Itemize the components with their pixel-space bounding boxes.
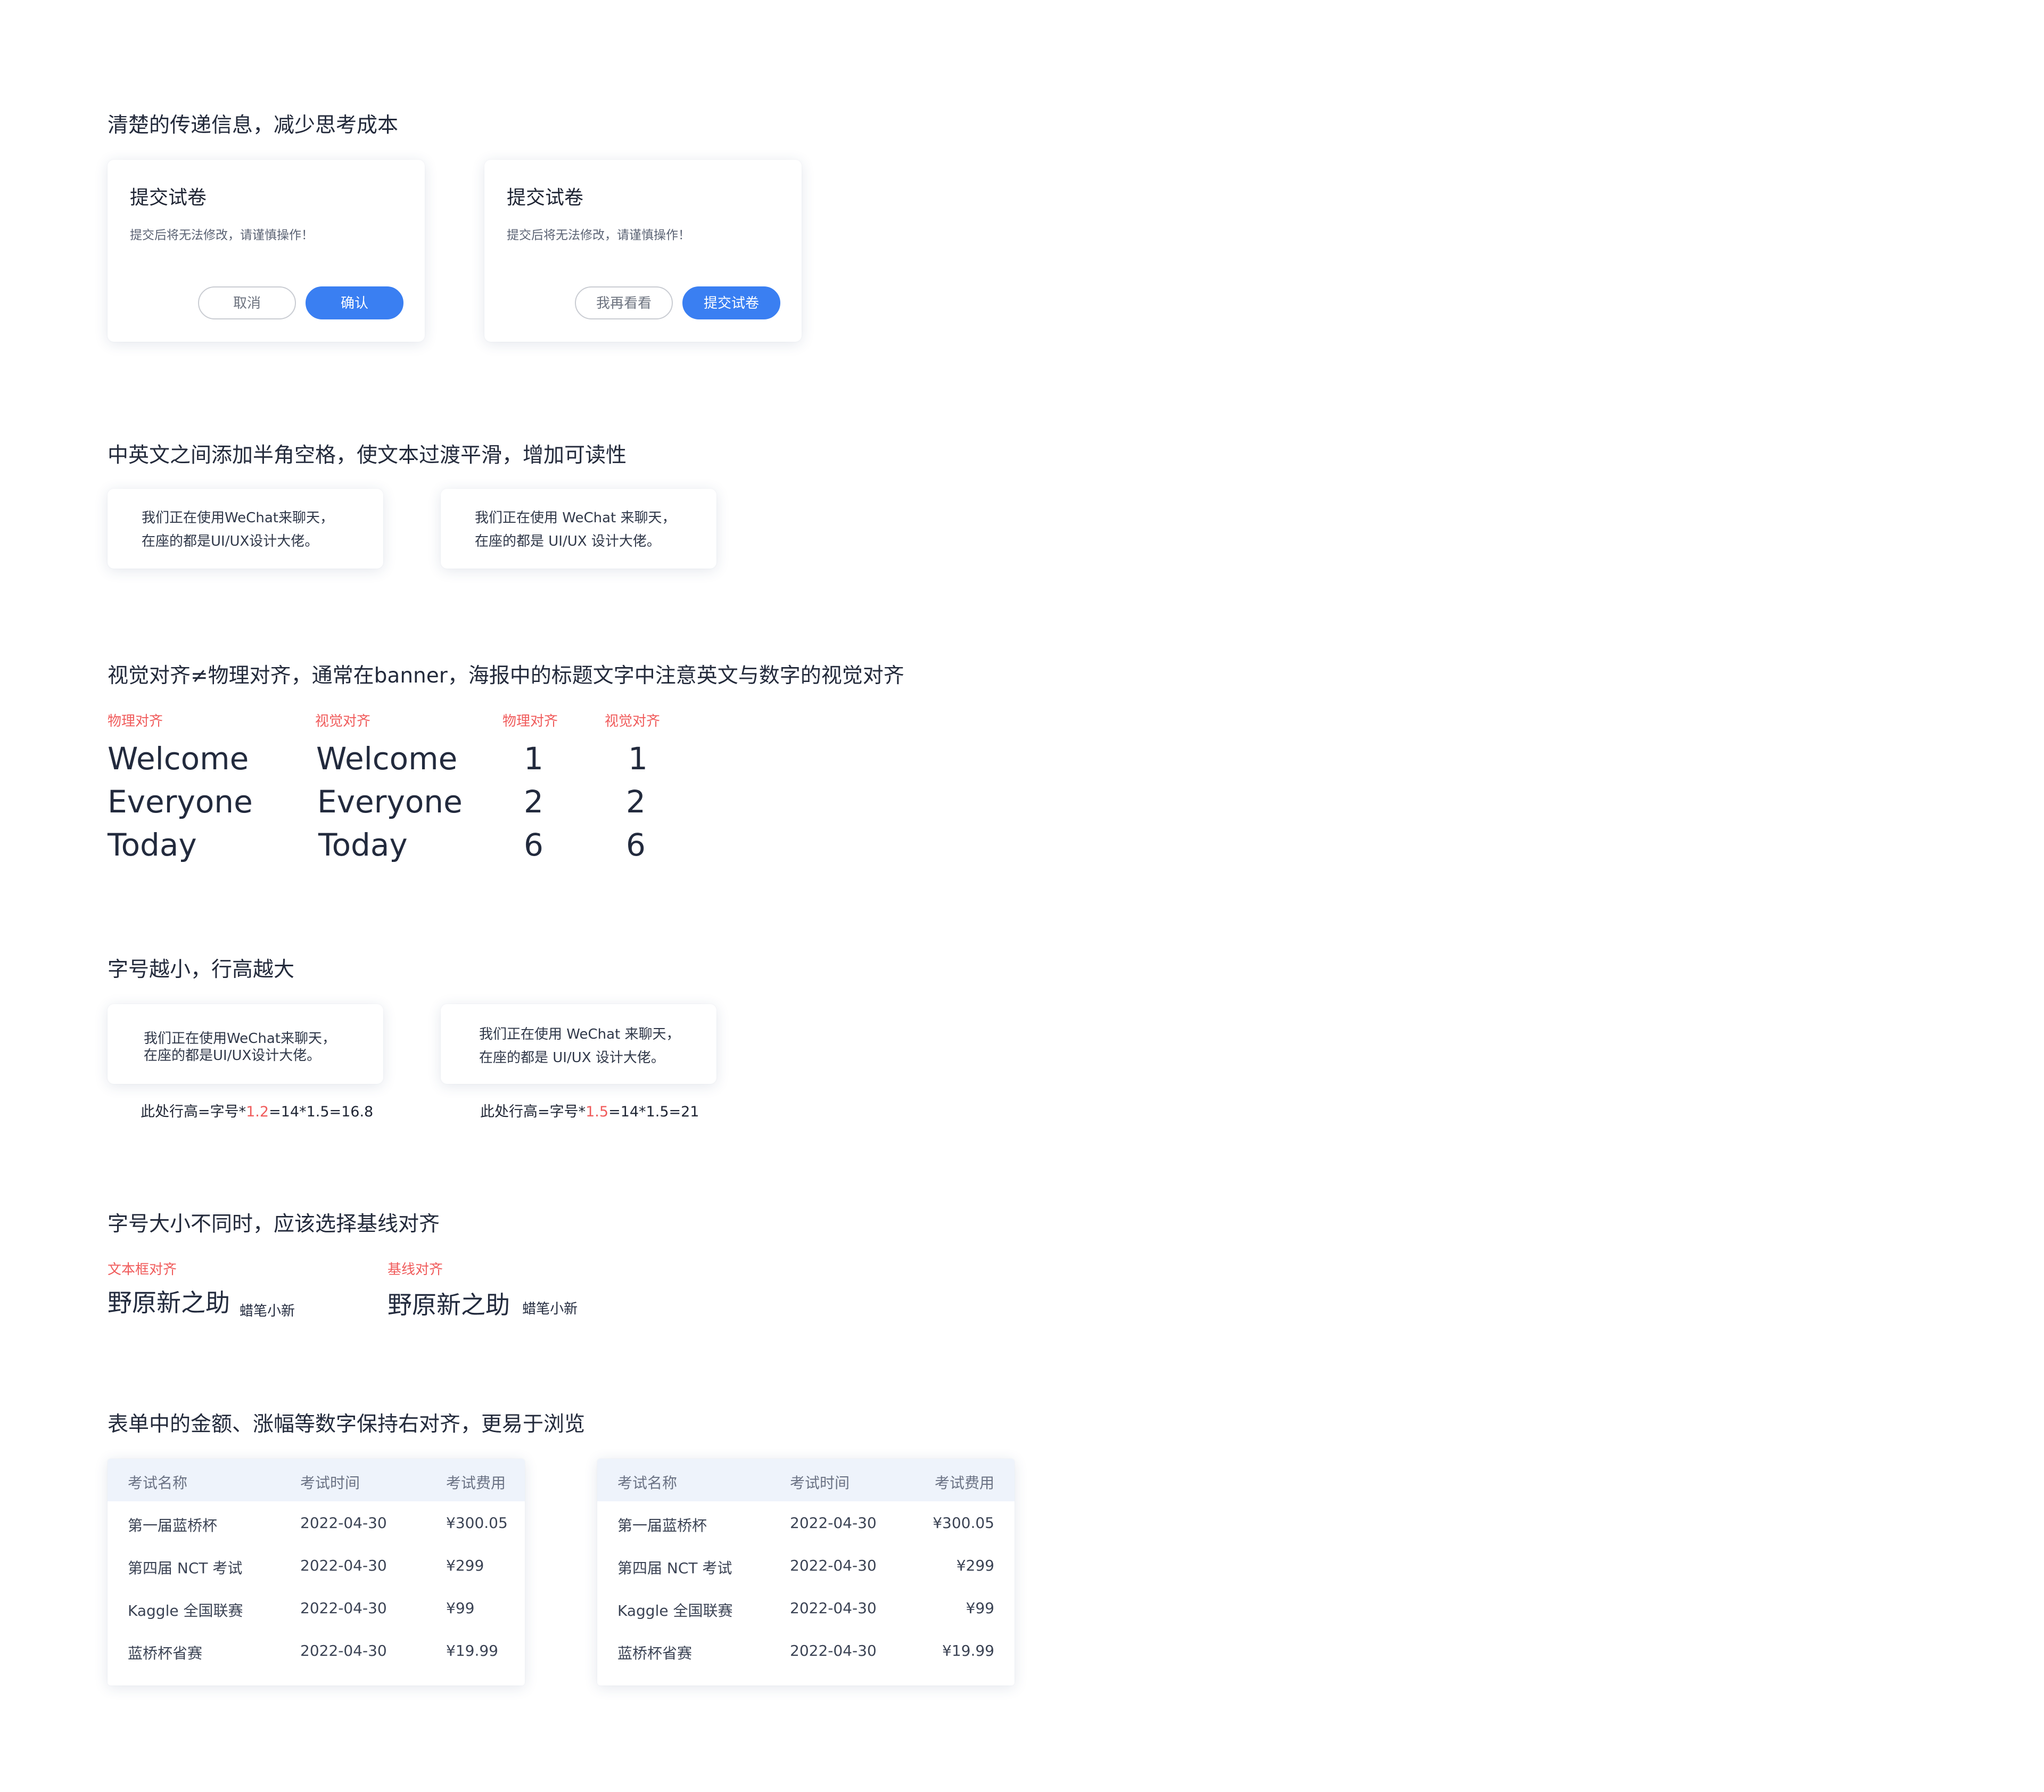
word-everyone: Everyone xyxy=(108,784,253,820)
word-welcome: Welcome xyxy=(316,741,458,777)
label-textbox-align: 文本框对齐 xyxy=(108,1262,177,1278)
dialog-message: 提交后将无法修改，请谨慎操作！ xyxy=(130,228,314,242)
text-card-no-space: 我们正在使用WeChat来聊天， 在座的都是UI/UX设计大佬。 xyxy=(108,489,383,569)
cell-name: Kaggle 全国联赛 xyxy=(617,1602,733,1620)
exam-table-left-aligned: 考试名称 考试时间 考试费用 第一届蓝桥杯 2022-04-30 ¥300.05… xyxy=(108,1459,525,1686)
label-baseline-align: 基线对齐 xyxy=(388,1262,443,1278)
table-row[interactable]: 第四届 NCT 考试 2022-04-30 ¥299 xyxy=(597,1544,1015,1587)
cell-date: 2022-04-30 xyxy=(790,1599,877,1617)
column-header-date: 考试时间 xyxy=(300,1474,360,1492)
number-6: 6 xyxy=(626,827,646,863)
card-line: 在座的都是UI/UX设计大佬。 xyxy=(142,533,319,549)
word-today: Today xyxy=(108,827,197,863)
card-line: 在座的都是 UI/UX 设计大佬。 xyxy=(475,533,661,549)
section-heading-spacing: 中英文之间添加半角空格，使文本过渡平滑，增加可读性 xyxy=(108,443,627,467)
column-header-date: 考试时间 xyxy=(790,1474,850,1492)
exam-table-right-aligned: 考试名称 考试时间 考试费用 第一届蓝桥杯 2022-04-30 ¥300.05… xyxy=(597,1459,1015,1686)
table-row[interactable]: Kaggle 全国联赛 2022-04-30 ¥99 xyxy=(597,1587,1015,1629)
name-small: 蜡笔小新 xyxy=(240,1303,295,1319)
word-today: Today xyxy=(318,827,408,863)
cell-name: 蓝桥杯省赛 xyxy=(617,1645,693,1662)
confirm-button[interactable]: 确认 xyxy=(306,286,403,319)
number-2: 2 xyxy=(626,784,646,820)
text-card-loose-leading: 我们正在使用 WeChat 来聊天， 在座的都是 UI/UX 设计大佬。 xyxy=(441,1004,716,1084)
cell-date: 2022-04-30 xyxy=(300,1642,387,1659)
name-pair-baseline-aligned: 野原新之助 蜡笔小新 xyxy=(388,1289,578,1320)
cell-date: 2022-04-30 xyxy=(300,1514,387,1532)
label-visual-align: 视觉对齐 xyxy=(605,713,661,729)
review-again-button[interactable]: 我再看看 xyxy=(575,286,673,319)
cell-name: 第一届蓝桥杯 xyxy=(128,1517,218,1534)
card-line: 我们正在使用 WeChat 来聊天， xyxy=(475,510,676,526)
name-small: 蜡笔小新 xyxy=(522,1301,578,1317)
number-1: 1 xyxy=(628,741,648,777)
cell-fee: ¥299 xyxy=(446,1557,484,1574)
table-row[interactable]: 蓝桥杯省赛 2022-04-30 ¥19.99 xyxy=(597,1629,1015,1672)
text-card-tight-leading: 我们正在使用WeChat来聊天， 在座的都是UI/UX设计大佬。 xyxy=(108,1004,383,1084)
dialog-submit-confirm: 提交试卷 提交后将无法修改，请谨慎操作！ 取消 确认 xyxy=(108,160,425,342)
cancel-button[interactable]: 取消 xyxy=(198,286,296,319)
text-card-with-space: 我们正在使用 WeChat 来聊天， 在座的都是 UI/UX 设计大佬。 xyxy=(441,489,716,569)
cell-fee: ¥19.99 xyxy=(942,1642,994,1659)
formula-factor: 1.5 xyxy=(586,1104,609,1120)
section-heading-clarity: 清楚的传递信息，减少思考成本 xyxy=(108,113,399,137)
table-row[interactable]: 第四届 NCT 考试 2022-04-30 ¥299 xyxy=(108,1544,525,1587)
label-physical-align: 物理对齐 xyxy=(108,713,163,729)
label-visual-align: 视觉对齐 xyxy=(315,713,371,729)
name-big: 野原新之助 xyxy=(108,1288,230,1317)
formula-suffix: =14*1.5=21 xyxy=(608,1104,699,1120)
table-row[interactable]: 第一届蓝桥杯 2022-04-30 ¥300.05 xyxy=(597,1501,1015,1544)
cell-fee: ¥300.05 xyxy=(933,1514,994,1532)
card-line: 在座的都是 UI/UX 设计大佬。 xyxy=(479,1050,665,1066)
column-header-fee: 考试费用 xyxy=(934,1474,994,1492)
card-line: 我们正在使用WeChat来聊天， xyxy=(142,510,334,526)
section-heading-right-align: 表单中的金额、涨幅等数字保持右对齐，更易于浏览 xyxy=(108,1412,586,1436)
number-1: 1 xyxy=(524,741,543,777)
line-height-formula: 此处行高=字号*1.2=14*1.5=16.8 xyxy=(141,1100,373,1121)
cell-fee: ¥99 xyxy=(966,1599,994,1617)
cell-name: 蓝桥杯省赛 xyxy=(128,1645,203,1662)
cell-date: 2022-04-30 xyxy=(790,1642,877,1659)
number-6: 6 xyxy=(524,827,543,863)
table-row[interactable]: 蓝桥杯省赛 2022-04-30 ¥19.99 xyxy=(108,1629,525,1672)
section-heading-visual-alignment: 视觉对齐≠物理对齐，通常在banner，海报中的标题文字中注意英文与数字的视觉对… xyxy=(108,664,904,688)
name-big: 野原新之助 xyxy=(388,1290,510,1319)
formula-prefix: 此处行高=字号* xyxy=(480,1104,586,1120)
cell-name: 第四届 NCT 考试 xyxy=(617,1559,732,1577)
section-heading-baseline: 字号大小不同时，应该选择基线对齐 xyxy=(108,1212,440,1236)
section-heading-line-height: 字号越小，行高越大 xyxy=(108,958,295,982)
cell-date: 2022-04-30 xyxy=(300,1599,387,1617)
cell-name: Kaggle 全国联赛 xyxy=(128,1602,243,1620)
number-2: 2 xyxy=(524,784,543,820)
word-welcome: Welcome xyxy=(108,741,249,777)
cell-fee: ¥99 xyxy=(446,1599,475,1617)
table-row[interactable]: Kaggle 全国联赛 2022-04-30 ¥99 xyxy=(108,1587,525,1629)
cell-date: 2022-04-30 xyxy=(300,1557,387,1574)
column-header-name: 考试名称 xyxy=(128,1474,188,1492)
column-header-fee: 考试费用 xyxy=(446,1474,506,1492)
table-row[interactable]: 第一届蓝桥杯 2022-04-30 ¥300.05 xyxy=(108,1501,525,1544)
name-pair-textbox-aligned: 野原新之助 蜡笔小新 xyxy=(108,1287,295,1318)
formula-prefix: 此处行高=字号* xyxy=(141,1104,246,1120)
cell-fee: ¥299 xyxy=(956,1557,994,1574)
column-header-name: 考试名称 xyxy=(617,1474,678,1492)
cell-date: 2022-04-30 xyxy=(790,1557,877,1574)
formula-suffix: =14*1.5=16.8 xyxy=(269,1104,374,1120)
word-everyone: Everyone xyxy=(317,784,463,820)
cell-fee: ¥19.99 xyxy=(446,1642,498,1659)
label-physical-align: 物理对齐 xyxy=(502,713,558,729)
cell-date: 2022-04-30 xyxy=(790,1514,877,1532)
cell-name: 第四届 NCT 考试 xyxy=(128,1559,243,1577)
dialog-title: 提交试卷 xyxy=(130,187,207,209)
line-height-formula: 此处行高=字号*1.5=14*1.5=21 xyxy=(480,1100,699,1121)
dialog-submit-clear: 提交试卷 提交后将无法修改，请谨慎操作！ 我再看看 提交试卷 xyxy=(484,160,802,342)
card-line: 我们正在使用 WeChat 来聊天， xyxy=(479,1026,680,1042)
cell-fee: ¥300.05 xyxy=(446,1514,508,1532)
formula-factor: 1.2 xyxy=(246,1104,269,1120)
card-line: 在座的都是UI/UX设计大佬。 xyxy=(144,1048,321,1064)
dialog-message: 提交后将无法修改，请谨慎操作！ xyxy=(507,228,690,242)
cell-name: 第一届蓝桥杯 xyxy=(617,1517,707,1534)
dialog-title: 提交试卷 xyxy=(507,187,584,209)
submit-paper-button[interactable]: 提交试卷 xyxy=(682,286,780,319)
